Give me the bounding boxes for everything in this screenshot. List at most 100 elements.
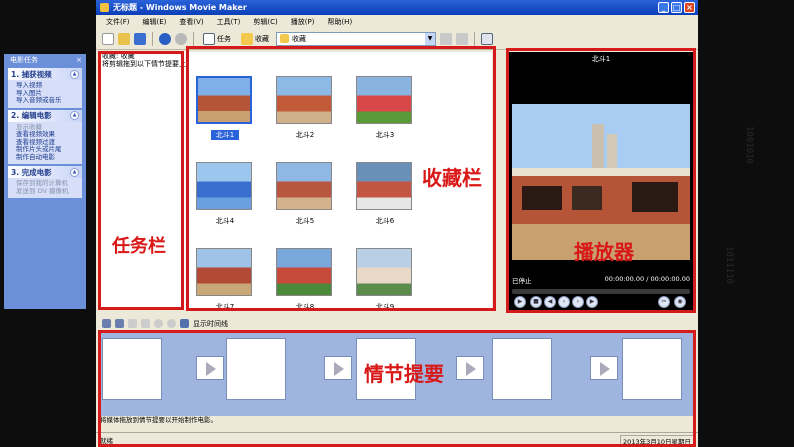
clip-thumbnail[interactable]: 北斗4 bbox=[196, 162, 254, 226]
task-link[interactable]: 导入音频或音乐 bbox=[16, 96, 78, 105]
toolbar-separator bbox=[152, 31, 153, 46]
zoom-out-icon[interactable] bbox=[141, 319, 150, 328]
binary-deco: 1011110 bbox=[723, 246, 734, 284]
clip-label: 北斗4 bbox=[215, 217, 235, 225]
clip-label: 北斗5 bbox=[295, 217, 315, 225]
folder-icon bbox=[280, 34, 289, 43]
collections-button[interactable]: 收藏 bbox=[238, 32, 272, 46]
seek-bar[interactable] bbox=[512, 289, 690, 294]
close-button[interactable]: × bbox=[684, 2, 695, 13]
redo-icon[interactable] bbox=[175, 32, 187, 45]
collection-header: 收藏: 收藏 将剪辑拖到以下情节提要上。 bbox=[102, 52, 193, 68]
collection-annotation: 收藏栏 bbox=[422, 166, 482, 190]
window-title: 无标题 - Windows Movie Maker bbox=[113, 3, 247, 12]
clip-label: 北斗1 bbox=[211, 130, 239, 140]
chevron-up-icon[interactable]: ▲ bbox=[70, 69, 79, 79]
transition-arrow-icon[interactable] bbox=[456, 356, 484, 380]
rewind-storyboard-icon[interactable] bbox=[154, 319, 163, 328]
clip-thumbnail[interactable]: 北斗7 bbox=[196, 248, 254, 312]
rewind-icon[interactable]: ◀ bbox=[544, 296, 556, 308]
next-frame-icon[interactable]: › bbox=[572, 296, 584, 308]
collection-hint: 将剪辑拖到以下情节提要上。 bbox=[102, 60, 193, 68]
undo-icon[interactable] bbox=[159, 32, 171, 45]
menu-tools[interactable]: 工具(T) bbox=[217, 17, 241, 27]
status-bar: 就绪 2013年3月10日星期日 bbox=[96, 432, 698, 447]
transition-arrow-icon[interactable] bbox=[324, 356, 352, 380]
toolbar-separator bbox=[193, 31, 194, 46]
views-icon[interactable] bbox=[481, 32, 493, 45]
clip-image bbox=[276, 248, 332, 296]
storyboard-toolbar: 显示时间线 bbox=[96, 316, 698, 331]
menu-clip[interactable]: 剪辑(C) bbox=[253, 17, 277, 27]
fast-forward-icon[interactable]: ▶ bbox=[586, 296, 598, 308]
prev-frame-icon[interactable]: ‹ bbox=[558, 296, 570, 308]
up-folder-icon[interactable] bbox=[440, 32, 452, 45]
task-section-header[interactable]: 1. 捕获视频 ▲ bbox=[8, 68, 82, 80]
clip-thumbnail[interactable]: 北斗2 bbox=[276, 76, 334, 140]
zoom-in-icon[interactable] bbox=[128, 319, 137, 328]
clip-thumbnail[interactable]: 北斗3 bbox=[356, 76, 414, 140]
chevron-down-icon[interactable]: ▼ bbox=[425, 32, 435, 45]
new-project-icon[interactable] bbox=[102, 32, 114, 45]
storyboard-cell[interactable] bbox=[492, 338, 552, 400]
clip-label: 北斗9 bbox=[375, 303, 395, 311]
minimize-button[interactable]: _ bbox=[658, 2, 669, 13]
audio-icon[interactable] bbox=[115, 319, 124, 328]
timeline-icon bbox=[180, 319, 189, 328]
split-icon[interactable]: ✂ bbox=[658, 296, 670, 308]
tasks-button[interactable]: 任务 bbox=[200, 32, 234, 46]
folder-icon bbox=[241, 32, 253, 45]
menu-play[interactable]: 播放(P) bbox=[291, 17, 315, 27]
task-link[interactable]: 制作自动电影 bbox=[16, 153, 78, 162]
clip-thumbnail[interactable]: 北斗9 bbox=[356, 248, 414, 312]
menu-edit[interactable]: 编辑(E) bbox=[143, 17, 167, 27]
close-icon[interactable]: × bbox=[76, 54, 82, 66]
task-section-body: 保存到我的计算机 发送到 DV 摄像机 bbox=[8, 178, 82, 198]
player-status-row: 已停止 00:00:00.00 / 00:00:00.00 bbox=[512, 275, 690, 285]
clip-label: 北斗7 bbox=[215, 303, 235, 311]
snapshot-icon[interactable]: ◉ bbox=[674, 296, 686, 308]
task-section: 3. 完成电影 ▲ 保存到我的计算机 发送到 DV 摄像机 bbox=[8, 166, 82, 198]
chevron-up-icon[interactable]: ▲ bbox=[70, 167, 79, 177]
app-icon bbox=[100, 3, 109, 12]
menu-view[interactable]: 查看(V) bbox=[179, 17, 203, 27]
storyboard-cell[interactable] bbox=[622, 338, 682, 400]
clip-image bbox=[196, 248, 252, 296]
show-timeline-button[interactable]: 显示时间线 bbox=[193, 319, 228, 329]
storyboard-icon[interactable] bbox=[102, 319, 111, 328]
status-date: 2013年3月10日星期日 bbox=[620, 435, 694, 447]
collections-label: 收藏 bbox=[255, 34, 269, 43]
storyboard-hint: 将媒体拖放到情节提要以开始制作电影。 bbox=[100, 416, 217, 424]
menu-help[interactable]: 帮助(H) bbox=[327, 17, 352, 27]
task-section-header[interactable]: 3. 完成电影 ▲ bbox=[8, 166, 82, 178]
task-link[interactable]: 发送到 DV 摄像机 bbox=[16, 187, 78, 196]
transition-arrow-icon[interactable] bbox=[590, 356, 618, 380]
binary-deco: 1001010 bbox=[743, 126, 754, 164]
clip-thumbnail[interactable]: 北斗1 bbox=[196, 76, 254, 140]
collection-title: 收藏: 收藏 bbox=[102, 52, 135, 60]
task-section-header[interactable]: 2. 编辑电影 ▲ bbox=[8, 109, 82, 122]
clip-label: 北斗6 bbox=[375, 217, 395, 225]
player-clip-name: 北斗1 bbox=[591, 55, 611, 63]
chevron-up-icon[interactable]: ▲ bbox=[70, 111, 79, 120]
task-section: 2. 编辑电影 ▲ 显示收藏 查看视频效果 查看视频过渡 制作片头或片尾 制作自动电影 bbox=[8, 109, 82, 164]
clip-thumbnail[interactable]: 北斗5 bbox=[276, 162, 334, 226]
storyboard-cell[interactable] bbox=[226, 338, 286, 400]
menu-file[interactable]: 文件(F) bbox=[106, 17, 130, 27]
new-folder-icon[interactable] bbox=[456, 32, 468, 45]
save-project-icon[interactable] bbox=[134, 32, 146, 45]
collection-select-value: 收藏 bbox=[292, 34, 306, 43]
collection-select[interactable]: 收藏 ▼ bbox=[276, 31, 436, 46]
storyboard-cell[interactable] bbox=[102, 338, 162, 400]
stop-icon[interactable]: ■ bbox=[530, 296, 542, 308]
play-icon[interactable]: ▶ bbox=[514, 296, 526, 308]
clip-thumbnail[interactable]: 北斗6 bbox=[356, 162, 414, 226]
task-section-title: 3. 完成电影 bbox=[11, 167, 52, 177]
transition-arrow-icon[interactable] bbox=[196, 356, 224, 380]
clip-thumbnail[interactable]: 北斗8 bbox=[276, 248, 334, 312]
clip-image bbox=[196, 76, 252, 124]
play-storyboard-icon[interactable] bbox=[167, 319, 176, 328]
open-project-icon[interactable] bbox=[118, 32, 130, 45]
maximize-button[interactable]: □ bbox=[671, 2, 682, 13]
clip-label: 北斗2 bbox=[295, 131, 315, 139]
